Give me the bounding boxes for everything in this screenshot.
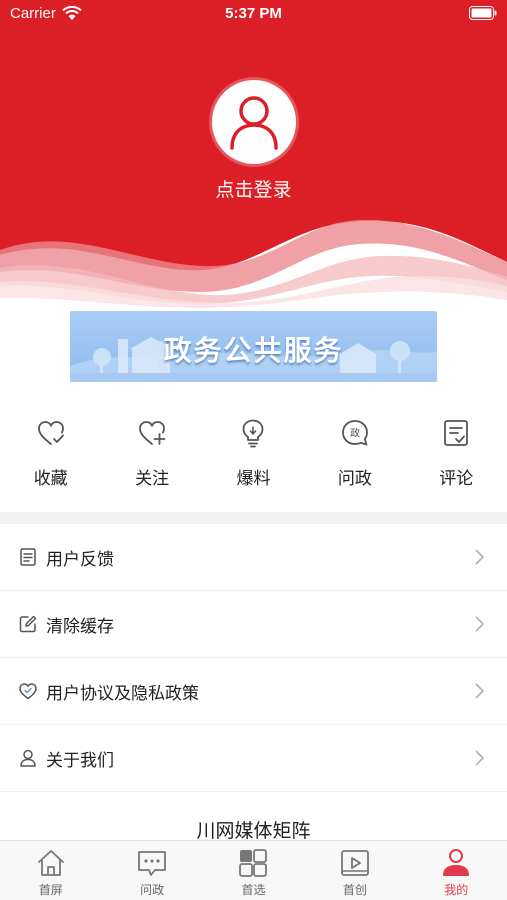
- comment-check-icon: [444, 420, 469, 446]
- heart-plus-icon: [139, 421, 166, 445]
- media-matrix-title: 川网媒体矩阵: [196, 820, 311, 842]
- chevron-right-icon: [475, 683, 485, 699]
- menu-feedback[interactable]: 用户反馈: [0, 524, 507, 591]
- settings-menu: 用户反馈 清除缓存 用户协议及隐私政策 关于我们: [0, 524, 507, 792]
- quick-label: 收藏: [33, 469, 68, 489]
- chevron-right-icon: [475, 750, 485, 766]
- tab-label: 我的: [444, 883, 469, 897]
- quick-label: 评论: [439, 469, 474, 489]
- menu-label: 用户协议及隐私政策: [46, 683, 199, 704]
- banner-title: 政务公共服务: [163, 334, 344, 367]
- login-link[interactable]: 点击登录: [0, 175, 507, 202]
- section-divider: [0, 512, 507, 524]
- home-icon: [37, 850, 64, 876]
- tab-inquiry[interactable]: 问政: [101, 841, 202, 900]
- tab-create[interactable]: 首创: [304, 841, 405, 900]
- heart-shield-icon: [19, 683, 37, 700]
- menu-clear-cache[interactable]: 清除缓存: [0, 591, 507, 658]
- tab-label: 首选: [241, 883, 266, 897]
- quick-comments[interactable]: 评论: [406, 410, 507, 500]
- menu-label: 清除缓存: [46, 616, 114, 637]
- tab-label: 问政: [140, 883, 165, 897]
- tab-label: 首创: [342, 883, 367, 897]
- menu-privacy-policy[interactable]: 用户协议及隐私政策: [0, 658, 507, 725]
- svg-text:政: 政: [350, 427, 360, 440]
- bottom-tab-bar: 首屏 问政 首选 首创 我的: [0, 840, 507, 900]
- quick-favorites[interactable]: 收藏: [0, 410, 101, 500]
- menu-label: 用户反馈: [46, 549, 114, 570]
- chevron-right-icon: [475, 616, 485, 632]
- profile-icon: [443, 849, 470, 876]
- quick-inquiry[interactable]: 政 问政: [304, 410, 405, 500]
- zheng-chat-icon: 政: [341, 420, 368, 446]
- quick-follow[interactable]: 关注: [101, 410, 202, 500]
- tab-mine[interactable]: 我的: [406, 841, 507, 900]
- quick-label: 关注: [135, 469, 170, 489]
- menu-label: 关于我们: [46, 750, 114, 771]
- status-bar: Carrier 5:37 PM: [0, 0, 507, 30]
- chevron-right-icon: [475, 549, 485, 565]
- grid-icon: [239, 849, 268, 877]
- avatar-button[interactable]: [212, 80, 296, 164]
- edit-icon: [19, 615, 37, 633]
- tab-label: 首屏: [38, 883, 63, 897]
- chat-bubble-icon: [138, 851, 166, 876]
- quick-label: 爆料: [236, 469, 271, 489]
- user-icon: [20, 749, 36, 767]
- battery-icon: [469, 6, 497, 20]
- gov-service-banner[interactable]: 政务公共服务: [70, 311, 437, 382]
- profile-header: Carrier 5:37 PM 点击登录: [0, 0, 507, 310]
- video-icon: [340, 850, 369, 876]
- document-icon: [20, 548, 36, 566]
- quick-actions: 收藏 关注 爆料 政 问政 评论: [0, 410, 507, 500]
- avatar-user-icon: [230, 96, 278, 150]
- quick-report[interactable]: 爆料: [203, 410, 304, 500]
- tab-featured[interactable]: 首选: [203, 841, 304, 900]
- heart-check-icon: [37, 421, 64, 445]
- lightbulb-icon: [243, 419, 264, 448]
- menu-about-us[interactable]: 关于我们: [0, 725, 507, 792]
- quick-label: 问政: [337, 469, 372, 489]
- tab-home[interactable]: 首屏: [0, 841, 101, 900]
- clock: 5:37 PM: [225, 5, 282, 22]
